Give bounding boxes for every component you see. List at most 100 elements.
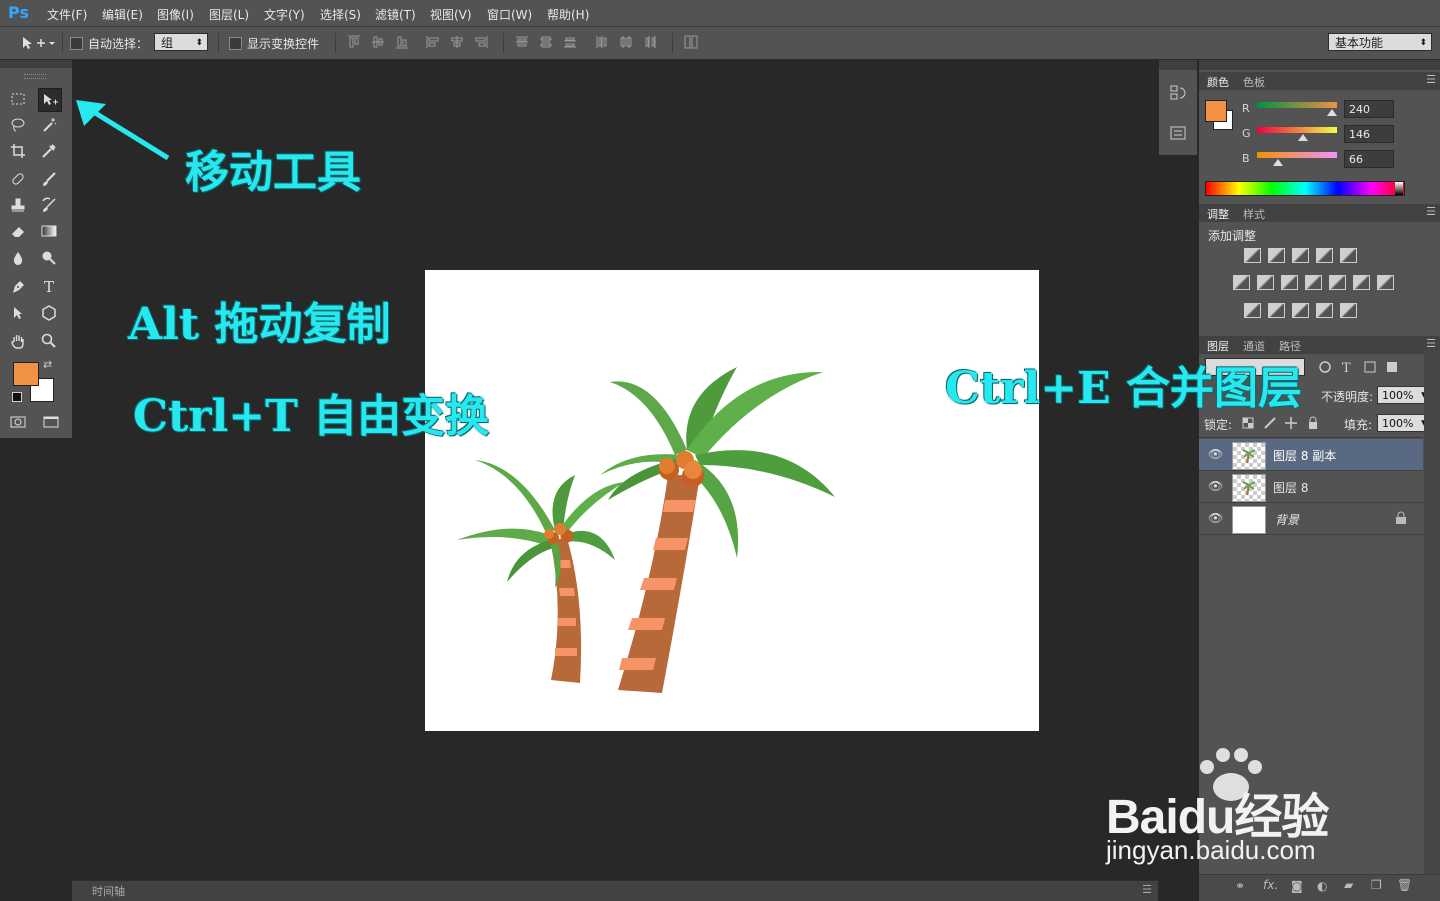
color-lookup-icon[interactable] — [1353, 275, 1370, 290]
eyedropper-tool[interactable] — [38, 140, 60, 162]
type-tool[interactable]: T — [38, 276, 60, 298]
tab-color[interactable]: 颜色 — [1207, 74, 1229, 90]
lasso-tool[interactable] — [7, 114, 29, 136]
align-vcenter-icon[interactable] — [371, 35, 385, 49]
exposure-icon[interactable] — [1316, 248, 1333, 263]
menu-view[interactable]: 视图(V) — [430, 6, 472, 23]
distribute-vcenter-icon[interactable] — [539, 35, 553, 49]
folder-icon[interactable]: ▰ — [1344, 878, 1353, 892]
gradient-map-icon[interactable] — [1292, 303, 1309, 318]
layer-row[interactable]: 👁 背景 — [1199, 503, 1423, 535]
tool-preset-picker[interactable] — [20, 34, 56, 52]
hand-tool[interactable] — [7, 330, 29, 352]
menu-edit[interactable]: 编辑(E) — [102, 6, 143, 23]
layer-name[interactable]: 图层 8 副本 — [1273, 447, 1336, 464]
menu-window[interactable]: 窗口(W) — [487, 6, 532, 23]
auto-select-dropdown[interactable]: 组 ⬍ — [154, 33, 208, 51]
magic-wand-tool[interactable] — [38, 114, 60, 136]
history-panel-icon[interactable] — [1169, 84, 1187, 102]
tab-adjustments[interactable]: 调整 — [1207, 206, 1229, 222]
tab-styles[interactable]: 样式 — [1243, 206, 1265, 222]
align-left-icon[interactable] — [426, 35, 440, 49]
screen-mode-button[interactable] — [40, 411, 62, 433]
distribute-hcenter-icon[interactable] — [619, 35, 633, 49]
pen-tool[interactable] — [7, 276, 29, 298]
menu-type[interactable]: 文字(Y) — [264, 6, 305, 23]
menu-layer[interactable]: 图层(L) — [209, 6, 249, 23]
properties-panel-icon[interactable] — [1169, 124, 1187, 142]
menu-image[interactable]: 图像(I) — [157, 6, 194, 23]
zoom-tool[interactable] — [38, 330, 60, 352]
layer-filter-icons[interactable]: T — [1317, 359, 1427, 375]
auto-align-icon[interactable] — [684, 35, 698, 49]
g-slider-track[interactable] — [1257, 127, 1337, 133]
crop-tool[interactable] — [7, 140, 29, 162]
clone-stamp-tool[interactable] — [7, 194, 29, 216]
adjustment-layer-icon[interactable]: ◐ — [1317, 879, 1327, 893]
align-top-icon[interactable] — [347, 35, 361, 49]
toolbox-grip[interactable] — [24, 74, 46, 79]
toolbox-header[interactable] — [0, 60, 72, 68]
layer-row[interactable]: 👁 图层 8 副本 — [1199, 439, 1423, 471]
panel-menu-icon[interactable]: ☰ — [1142, 883, 1152, 896]
timeline-label[interactable]: 时间轴 — [92, 883, 125, 899]
eye-icon[interactable]: 👁 — [1208, 479, 1223, 493]
menu-help[interactable]: 帮助(H) — [547, 6, 589, 23]
dodge-tool[interactable] — [38, 247, 60, 269]
default-colors-icon[interactable] — [12, 392, 22, 402]
eye-icon[interactable]: 👁 — [1208, 447, 1223, 461]
marquee-tool[interactable] — [7, 88, 29, 110]
color-spectrum-ramp[interactable] — [1205, 181, 1405, 196]
align-bottom-icon[interactable] — [395, 35, 409, 49]
swap-colors-icon[interactable]: ⇄ — [43, 358, 52, 371]
distribute-left-icon[interactable] — [595, 35, 609, 49]
gradient-tool[interactable] — [38, 220, 60, 242]
menu-select[interactable]: 选择(S) — [320, 6, 361, 23]
b-value-field[interactable]: 66 — [1344, 150, 1394, 168]
layer-name[interactable]: 背景 — [1275, 511, 1299, 528]
layer-name[interactable]: 图层 8 — [1273, 479, 1308, 496]
invert-icon[interactable] — [1377, 275, 1394, 290]
posterize-icon[interactable] — [1244, 303, 1261, 318]
panel-menu-icon[interactable]: ☰ — [1426, 205, 1436, 218]
quick-mask-button[interactable] — [7, 411, 29, 433]
dock-header[interactable] — [1159, 60, 1197, 70]
hue-sat-icon[interactable] — [1233, 275, 1250, 290]
add-mask-icon[interactable]: ◙ — [1291, 879, 1303, 893]
color-balance-icon[interactable] — [1257, 275, 1274, 290]
menu-filter[interactable]: 滤镜(T) — [375, 6, 416, 23]
layers-scrollbar[interactable] — [1424, 350, 1440, 878]
move-tool[interactable] — [38, 88, 62, 112]
threshold-icon[interactable] — [1268, 303, 1285, 318]
link-layers-icon[interactable]: ⚭ — [1235, 879, 1245, 893]
fx-icon[interactable]: fx. — [1263, 878, 1278, 892]
channel-mixer-icon[interactable] — [1329, 275, 1346, 290]
lock-icons[interactable] — [1241, 415, 1331, 431]
g-value-field[interactable]: 146 — [1344, 125, 1394, 143]
brightness-icon[interactable] — [1244, 248, 1261, 263]
r-slider-thumb[interactable] — [1327, 109, 1338, 116]
foreground-color-top[interactable] — [13, 362, 39, 386]
brush-tool[interactable] — [38, 168, 60, 190]
panel-menu-icon[interactable]: ☰ — [1426, 337, 1436, 350]
align-hcenter-icon[interactable] — [450, 35, 464, 49]
distribute-bottom-icon[interactable] — [563, 35, 577, 49]
selective-color-icon[interactable] — [1316, 303, 1333, 318]
menu-file[interactable]: 文件(F) — [47, 6, 87, 23]
distribute-top-icon[interactable] — [515, 35, 529, 49]
r-value-field[interactable]: 240 — [1344, 100, 1394, 118]
eraser-tool[interactable] — [7, 220, 29, 242]
workspace-dropdown[interactable]: 基本功能 ⬍ — [1328, 33, 1432, 51]
panel-menu-icon[interactable]: ☰ — [1426, 73, 1436, 86]
auto-select-checkbox[interactable] — [70, 37, 83, 50]
shape-tool[interactable] — [38, 302, 60, 324]
bw-icon[interactable] — [1281, 275, 1298, 290]
vibrance-icon[interactable] — [1340, 248, 1357, 263]
curves-icon[interactable] — [1292, 248, 1309, 263]
b-slider-track[interactable] — [1257, 152, 1337, 158]
history-brush-tool[interactable] — [38, 194, 60, 216]
distribute-right-icon[interactable] — [643, 35, 657, 49]
r-slider-track[interactable] — [1257, 102, 1337, 108]
layer-row[interactable]: 👁 图层 8 — [1199, 471, 1423, 503]
blur-tool[interactable] — [7, 247, 29, 269]
